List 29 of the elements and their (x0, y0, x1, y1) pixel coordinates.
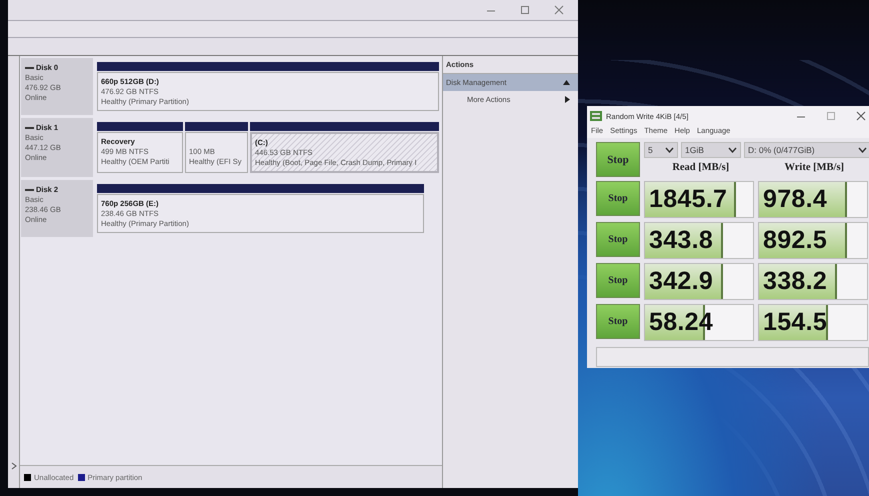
stop-button[interactable]: Stop (596, 222, 640, 257)
result-value: 342.9 (648, 267, 714, 296)
all-stop-button[interactable]: Stop (596, 142, 640, 177)
result-value: 978.4 (762, 185, 828, 214)
submenu-arrow-icon (565, 96, 570, 103)
result-value: 58.24 (648, 308, 714, 337)
chevron-down-icon (665, 147, 674, 153)
collapse-caret-icon (563, 80, 570, 85)
stop-button[interactable]: Stop (596, 263, 640, 298)
result-value: 892.5 (762, 226, 828, 255)
count-dropdown[interactable]: 5 (644, 142, 678, 158)
stop-button[interactable]: Stop (596, 181, 640, 216)
drive-dropdown[interactable]: D: 0% (0/477GiB) (744, 142, 869, 158)
chevron-down-icon (728, 147, 737, 153)
result-value: 1845.7 (648, 185, 728, 214)
write-column-header: Write [MB/s] (783, 161, 846, 173)
result-value: 154.5 (762, 308, 828, 337)
stop-button[interactable]: Stop (596, 304, 640, 339)
result-value: 343.8 (648, 226, 714, 255)
close-icon[interactable] (856, 111, 866, 121)
partition-bar (185, 122, 248, 131)
maximize-icon[interactable] (826, 111, 836, 121)
chevron-down-icon (858, 147, 867, 153)
close-icon[interactable] (554, 5, 564, 15)
maximize-icon[interactable] (520, 5, 530, 15)
size-dropdown[interactable]: 1GiB (681, 142, 741, 158)
result-value: 338.2 (762, 267, 828, 296)
read-column-header: Read [MB/s] (671, 161, 730, 173)
app-icon (590, 111, 602, 121)
